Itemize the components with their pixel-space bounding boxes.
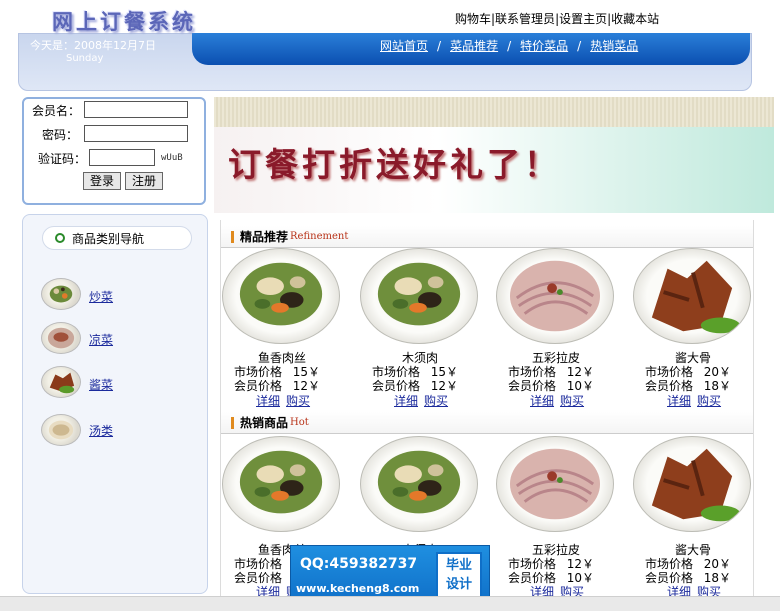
nav-separator: /	[507, 39, 512, 53]
featured-title: 精品推荐	[240, 230, 289, 244]
braised-dish-icon	[41, 366, 81, 398]
buy-link[interactable]: 购买	[560, 394, 584, 408]
section-marker-icon	[231, 231, 234, 243]
cart-link[interactable]: 购物车	[455, 12, 491, 26]
register-button[interactable]: 注册	[125, 172, 163, 190]
watermark-url: www.kecheng8.com	[296, 582, 420, 595]
weekday-text: Sunday	[66, 53, 104, 64]
horizontal-scrollbar[interactable]	[0, 596, 780, 611]
watermark-badge-text: 毕业 设计	[440, 556, 478, 594]
product-image[interactable]	[496, 248, 614, 344]
stir-fry-dish-icon	[41, 278, 81, 310]
set-homepage-link[interactable]: |设置主页	[555, 12, 607, 26]
section-marker-icon	[231, 417, 234, 429]
category-panel	[22, 214, 208, 594]
member-price-label: 会员价格	[645, 379, 694, 393]
buy-link[interactable]: 购买	[697, 394, 721, 408]
product-image[interactable]	[360, 436, 478, 532]
login-button[interactable]: 登录	[83, 172, 121, 190]
banner-text: 订餐打折送好礼了！	[228, 145, 561, 184]
bookmark-link[interactable]: |收藏本站	[607, 12, 659, 26]
product-actions: 详细购买	[394, 392, 454, 409]
buy-link[interactable]: 购买	[286, 394, 310, 408]
nav-recommended[interactable]: 菜品推荐	[450, 39, 498, 53]
detail-link[interactable]: 详细	[667, 394, 691, 408]
nav-hot[interactable]: 热销菜品	[590, 39, 638, 53]
product-image[interactable]	[633, 436, 751, 532]
product-image[interactable]	[360, 248, 478, 344]
nav-specials[interactable]: 特价菜品	[520, 39, 568, 53]
badge-line-2: 设计	[445, 577, 472, 592]
product-image[interactable]	[222, 248, 340, 344]
category-link-stir-fry[interactable]: 炒菜	[89, 288, 113, 305]
captcha-input[interactable]	[89, 149, 155, 166]
hot-title-en: Hot	[290, 417, 309, 428]
product-actions: 详细购买	[667, 392, 727, 409]
category-link-braised[interactable]: 酱菜	[89, 376, 113, 393]
captcha-label: 验证码：	[37, 152, 86, 166]
soup-bowl-icon	[41, 414, 81, 446]
password-label: 密码：	[41, 128, 78, 142]
category-title: 商品类别导航	[72, 232, 145, 246]
captcha-code: wUuB	[161, 153, 183, 163]
product-actions: 详细购买	[256, 392, 316, 409]
site-logo: 网上订餐系统	[52, 10, 196, 34]
category-link-soup[interactable]: 汤类	[89, 422, 113, 439]
hot-section-header: 热销商品 Hot	[221, 412, 753, 434]
nav-separator: /	[577, 39, 582, 53]
product-image[interactable]	[633, 248, 751, 344]
detail-link[interactable]: 详细	[256, 394, 280, 408]
nav-home[interactable]: 网站首页	[380, 39, 428, 53]
top-links: 购物车|联系管理员|设置主页|收藏本站	[455, 10, 659, 27]
main-nav: 网站首页 / 菜品推荐 / 特价菜品 / 热销菜品	[380, 37, 638, 54]
detail-link[interactable]: 详细	[530, 394, 554, 408]
banner-texture	[214, 97, 774, 127]
contact-admin-link[interactable]: |联系管理员	[491, 12, 555, 26]
member-price-label: 会员价格	[372, 379, 421, 393]
featured-title-en: Refinement	[290, 231, 349, 242]
nav-separator: /	[437, 39, 442, 53]
cold-dish-icon	[41, 322, 81, 354]
password-input[interactable]	[84, 125, 188, 142]
member-price-label: 会员价格	[508, 379, 557, 393]
detail-link[interactable]: 详细	[394, 394, 418, 408]
category-link-cold[interactable]: 凉菜	[89, 331, 113, 348]
product-image[interactable]	[496, 436, 614, 532]
date-text: 今天是：2008年12月7日	[30, 39, 156, 52]
featured-section-header: 精品推荐 Refinement	[221, 226, 753, 248]
member-input[interactable]	[84, 101, 188, 118]
badge-line-1: 毕业	[445, 558, 472, 573]
member-price-label: 会员价格	[234, 379, 283, 393]
watermark-qq: QQ:459382737	[300, 556, 418, 572]
product-image[interactable]	[222, 436, 340, 532]
hot-title: 热销商品	[240, 416, 289, 430]
buy-link[interactable]: 购买	[424, 394, 448, 408]
product-actions: 详细购买	[530, 392, 590, 409]
bullet-icon	[55, 233, 65, 243]
member-label: 会员名：	[31, 104, 80, 118]
